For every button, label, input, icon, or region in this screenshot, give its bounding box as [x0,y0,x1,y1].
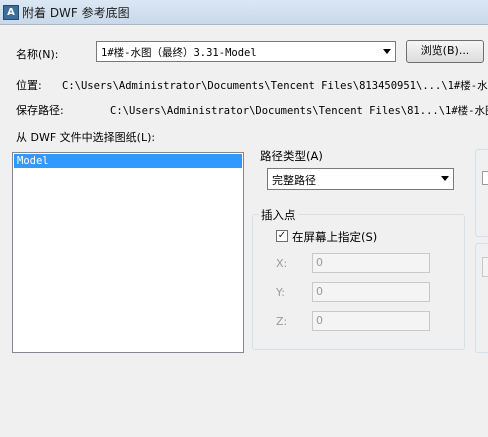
right-group-top [475,149,488,237]
chevron-down-icon [441,176,449,181]
location-value: C:\Users\Administrator\Documents\Tencent… [62,80,488,92]
right-field-partial[interactable] [482,257,488,277]
sheet-list-label: 从 DWF 文件中选择图纸(L): [16,131,156,144]
sheet-listbox[interactable]: Model [12,152,244,353]
on-screen-label: 在屏幕上指定(S) [292,230,378,244]
path-type-value: 完整路径 [272,174,316,187]
y-input[interactable]: 0 [312,282,430,302]
list-item[interactable]: Model [14,154,242,168]
app-icon: A [3,5,19,20]
check-icon: ✓ [277,230,287,241]
location-label: 位置: [16,79,42,92]
saved-path-label: 保存路径: [16,104,64,117]
insertion-point-title: 插入点 [259,207,298,223]
right-checkbox-partial[interactable] [482,171,488,185]
x-input[interactable]: 0 [312,253,430,273]
path-type-title: 路径类型(A) [260,149,323,163]
z-label: Z: [276,315,288,328]
chevron-down-icon [383,49,391,54]
path-type-dropdown[interactable]: 完整路径 [267,168,454,190]
name-value: 1#楼-水图（最终）3.31-Model [101,47,257,59]
browse-button[interactable]: 浏览(B)... [406,40,484,63]
window-title: 附着 DWF 参考底图 [22,6,130,20]
name-label: 名称(N): [16,48,59,61]
x-label: X: [276,257,288,270]
on-screen-checkbox[interactable]: ✓ [276,230,288,242]
dialog-body: 名称(N): 1#楼-水图（最终）3.31-Model 浏览(B)... 位置:… [0,25,488,437]
y-label: Y: [276,286,285,299]
saved-path-value: C:\Users\Administrator\Documents\Tencent… [110,105,488,117]
title-bar: A 附着 DWF 参考底图 [0,0,488,25]
z-input[interactable]: 0 [312,311,430,331]
name-dropdown[interactable]: 1#楼-水图（最终）3.31-Model [96,41,396,62]
